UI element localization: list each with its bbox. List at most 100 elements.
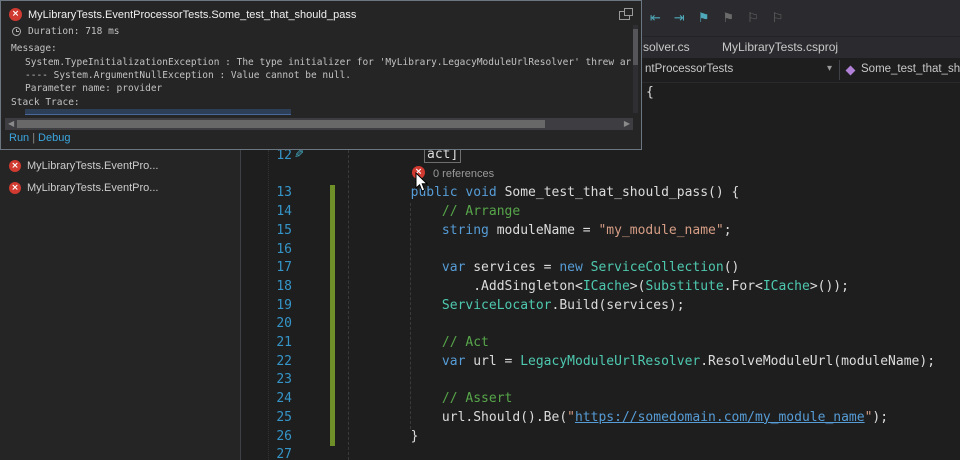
line-number: 12	[242, 148, 292, 163]
code-token: ServiceCollection	[591, 260, 724, 275]
horizontal-scrollbar[interactable]: ◀ ▶	[5, 118, 633, 130]
debug-link[interactable]: Debug	[38, 132, 70, 144]
code-text: url.Should().Be("https://somedomain.com/…	[348, 410, 888, 425]
message-line: System.TypeInitializationException : The…	[25, 56, 631, 69]
code-token: // Assert	[442, 391, 512, 406]
code-text: .AddSingleton<ICache>(Substitute.For<ICa…	[348, 279, 849, 294]
code-token: string	[442, 223, 489, 238]
code-token: >());	[810, 279, 849, 294]
scroll-right-icon[interactable]: ▶	[624, 119, 630, 128]
code-text: // Arrange	[348, 204, 520, 219]
code-token	[348, 279, 473, 294]
test-result-title: MyLibraryTests.EventProcessorTests.Some_…	[28, 9, 356, 21]
code-text: // Act	[348, 335, 489, 350]
code-line-21[interactable]: 21 // Act	[242, 334, 960, 353]
code-line-18[interactable]: 18 .AddSingleton<ICache>(Substitute.For<…	[242, 278, 960, 297]
mouse-cursor	[415, 172, 430, 193]
code-token	[348, 391, 442, 406]
code-token: >(	[630, 279, 646, 294]
line-number: 23	[242, 372, 292, 387]
code-token	[583, 260, 591, 275]
line-number: 19	[242, 298, 292, 313]
test-explorer-item[interactable]: × MyLibraryTests.EventPro...	[0, 156, 240, 175]
panel-splitter[interactable]	[240, 150, 241, 460]
scrollbar-thumb[interactable]	[633, 29, 638, 65]
code-token: ()	[724, 260, 740, 275]
url-link[interactable]: https://somedomain.com/my_module_name	[575, 410, 865, 425]
message-line: ---- System.ArgumentNullException : Valu…	[25, 69, 631, 82]
code-token	[348, 410, 442, 425]
code-token: .ResolveModuleUrl(moduleName);	[700, 354, 935, 369]
code-token: url =	[465, 354, 520, 369]
test-failed-icon: ×	[9, 182, 21, 194]
code-token: ;	[724, 223, 732, 238]
code-token: "	[567, 410, 575, 425]
line-number: 21	[242, 335, 292, 350]
code-token: ServiceLocator	[442, 298, 552, 313]
code-line-22[interactable]: 22 var url = LegacyModuleUrlResolver.Res…	[242, 353, 960, 372]
stack-trace-clipped-line	[25, 109, 291, 115]
line-number: 15	[242, 223, 292, 238]
popout-icon[interactable]	[619, 11, 630, 20]
scrollbar-thumb[interactable]	[17, 120, 545, 128]
line-number: 26	[242, 429, 292, 444]
scroll-left-icon[interactable]: ◀	[8, 119, 14, 128]
message-block: System.TypeInitializationException : The…	[25, 56, 631, 95]
code-line-23[interactable]: 23	[242, 371, 960, 390]
code-token: );	[872, 410, 888, 425]
code-line-13[interactable]: 13 public void Some_test_that_should_pas…	[242, 184, 960, 203]
code-line-26[interactable]: 26 }	[242, 428, 960, 447]
code-token	[497, 185, 505, 200]
code-token: new	[559, 260, 582, 275]
line-number: 18	[242, 279, 292, 294]
code-line-27[interactable]: 27	[242, 446, 960, 460]
code-line-20[interactable]: 20	[242, 315, 960, 334]
code-token: .Build(services);	[552, 298, 685, 313]
code-token: // Arrange	[442, 204, 520, 219]
code-line-19[interactable]: 19 ServiceLocator.Build(services);	[242, 297, 960, 316]
test-result-tooltip: × MyLibraryTests.EventProcessorTests.Som…	[0, 0, 642, 150]
line-number: 20	[242, 316, 292, 331]
code-token	[348, 185, 411, 200]
line-number: 22	[242, 354, 292, 369]
code-text: public void Some_test_that_should_pass()…	[348, 185, 739, 200]
test-failed-icon: ×	[9, 160, 21, 172]
line-number: 17	[242, 260, 292, 275]
code-token: LegacyModuleUrlResolver	[520, 354, 700, 369]
codelens-row[interactable]: × 0 references	[242, 165, 960, 184]
code-token	[348, 429, 411, 444]
code-token: url.Should().Be(	[442, 410, 567, 425]
line-number: 13	[242, 185, 292, 200]
code-text: }	[348, 429, 418, 444]
test-explorer-item[interactable]: × MyLibraryTests.EventPro...	[0, 178, 240, 197]
test-duration: Duration: 718 ms	[28, 26, 120, 37]
test-name-label: MyLibraryTests.EventPro...	[27, 160, 158, 172]
code-text: ServiceLocator.Build(services);	[348, 298, 685, 313]
code-text: string moduleName = "my_module_name";	[348, 223, 732, 238]
code-line-17[interactable]: 17 var services = new ServiceCollection(…	[242, 259, 960, 278]
code-line-24[interactable]: 24 // Assert	[242, 390, 960, 409]
code-text: // Assert	[348, 391, 512, 406]
line-number: 24	[242, 391, 292, 406]
test-actions: Run|Debug	[9, 132, 70, 144]
codelens-references[interactable]: 0 references	[433, 168, 494, 180]
ide-window: ⇤⇥⚑⚑⚐⚐ solver.cs MyLibraryTests.csproj n…	[0, 0, 960, 460]
vertical-scrollbar[interactable]	[633, 25, 638, 113]
code-token: var	[442, 354, 465, 369]
code-line-25[interactable]: 25 url.Should().Be("https://somedomain.c…	[242, 409, 960, 428]
test-name-label: MyLibraryTests.EventPro...	[27, 182, 158, 194]
code-token: "my_module_name"	[598, 223, 723, 238]
code-token	[348, 298, 442, 313]
link-separator: |	[32, 132, 35, 144]
code-line-14[interactable]: 14 // Arrange	[242, 203, 960, 222]
code-line-16[interactable]: 16	[242, 241, 960, 260]
code-token: }	[411, 429, 419, 444]
code-token: .For<	[724, 279, 763, 294]
message-line: Parameter name: provider	[25, 82, 631, 95]
code-text: var services = new ServiceCollection()	[348, 260, 739, 275]
message-label: Message:	[11, 43, 57, 54]
run-link[interactable]: Run	[9, 132, 29, 144]
code-text: var url = LegacyModuleUrlResolver.Resolv…	[348, 354, 935, 369]
line-number: 14	[242, 204, 292, 219]
code-line-15[interactable]: 15 string moduleName = "my_module_name";	[242, 222, 960, 241]
